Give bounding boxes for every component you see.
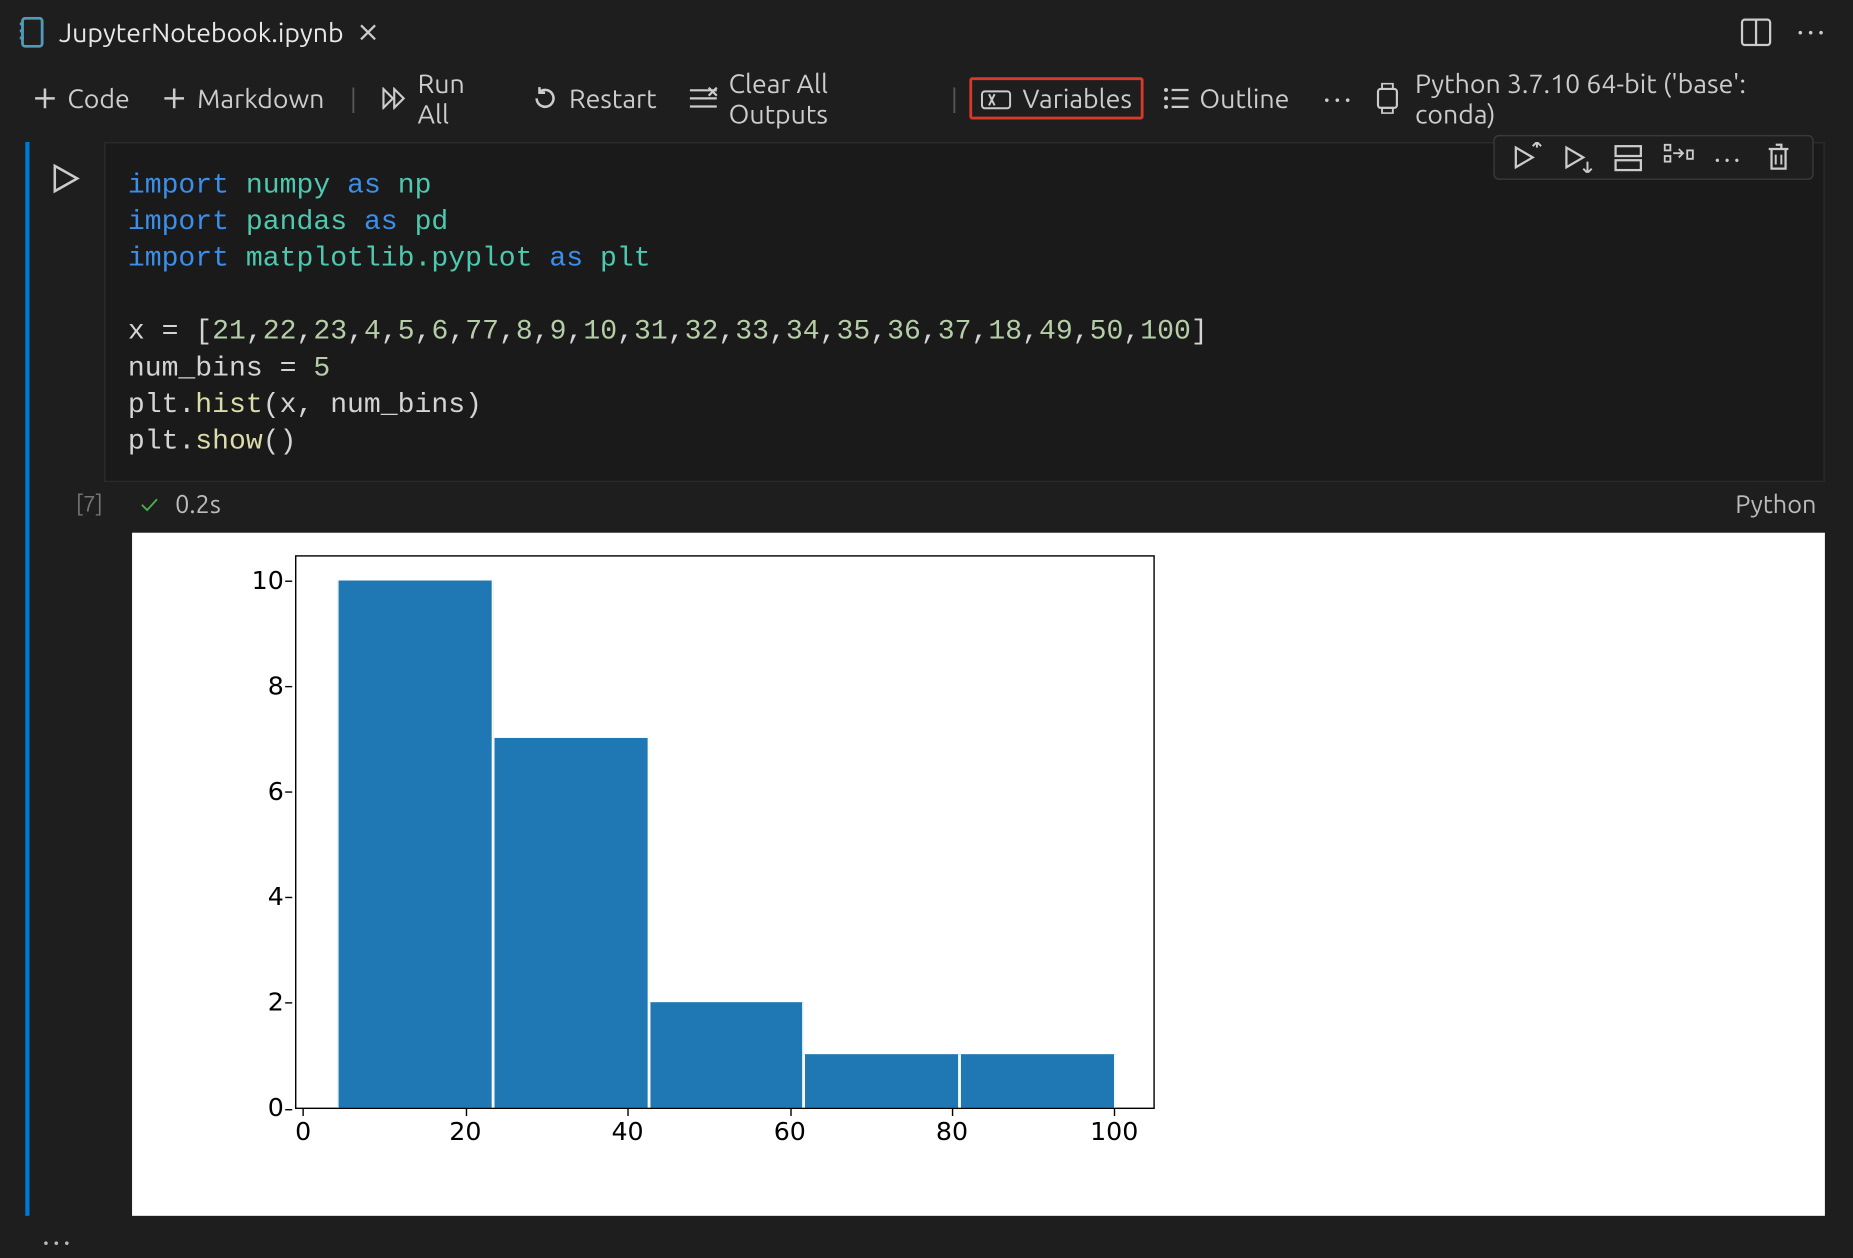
y-tick-label: 6: [146, 777, 284, 807]
ellipsis-icon: ···: [1323, 81, 1354, 116]
run-above-icon[interactable]: [1512, 142, 1543, 173]
change-cell-type-icon[interactable]: [1663, 142, 1694, 173]
notebook-file-icon: [20, 16, 45, 47]
x-tick-label: 0: [295, 1117, 311, 1218]
separator: |: [945, 83, 963, 114]
restart-icon: [532, 86, 557, 111]
run-all-icon: [382, 87, 406, 109]
notebook-cell: ··· import numpy as np import pandas as …: [0, 142, 1853, 1216]
outline-icon: [1163, 87, 1188, 109]
add-code-button[interactable]: Code: [20, 77, 144, 119]
plus-icon: [163, 87, 185, 109]
add-markdown-label: Markdown: [197, 83, 324, 114]
editor-tab[interactable]: JupyterNotebook.ipynb: [0, 0, 397, 63]
y-tick-label: 8: [146, 672, 284, 702]
restart-button[interactable]: Restart: [518, 77, 670, 119]
add-markdown-button[interactable]: Markdown: [149, 77, 338, 119]
close-tab-icon[interactable]: [358, 22, 378, 42]
output-more-icon[interactable]: ···: [42, 1224, 73, 1258]
clear-outputs-label: Clear All Outputs: [729, 67, 926, 129]
run-below-icon[interactable]: [1562, 142, 1593, 173]
y-tick-label: 0: [146, 1094, 284, 1124]
x-tick-label: 100: [1090, 1117, 1138, 1218]
code-content[interactable]: import numpy as np import pandas as pd i…: [128, 169, 1801, 461]
status-success-icon: ✓: [140, 491, 158, 519]
tab-bar: JupyterNotebook.ipynb ···: [0, 0, 1853, 63]
outline-button[interactable]: Outline: [1149, 77, 1304, 119]
variables-label: Variables: [1023, 83, 1132, 114]
x-tick-label: 80: [936, 1117, 968, 1218]
code-cell-editor[interactable]: import numpy as np import pandas as pd i…: [104, 142, 1825, 482]
histogram-bar: [337, 580, 493, 1107]
cell-output: 0 2 4 6 8 10 0 20 40 60 80 100: [132, 533, 1825, 1216]
execution-count: [7]: [76, 492, 132, 517]
split-editor-icon[interactable]: [1740, 18, 1771, 46]
tab-filename: JupyterNotebook.ipynb: [59, 16, 344, 47]
run-all-button[interactable]: Run All: [368, 62, 513, 135]
histogram-bar: [960, 1055, 1116, 1108]
clear-outputs-button[interactable]: Clear All Outputs: [676, 62, 939, 135]
add-code-label: Code: [67, 83, 129, 114]
toolbar-more-button[interactable]: ···: [1309, 75, 1368, 121]
cell-language[interactable]: Python: [1735, 491, 1825, 519]
histogram-chart: 0246810 020406080100: [146, 547, 1073, 1180]
separator: |: [344, 83, 362, 114]
histogram-bar: [648, 1002, 804, 1107]
restart-label: Restart: [569, 83, 657, 114]
x-tick-label: 40: [611, 1117, 643, 1218]
notebook-toolbar: Code Markdown | Run All Restart Clear Al…: [0, 63, 1853, 133]
kernel-selector[interactable]: Python 3.7.10 64-bit ('base': conda): [1374, 67, 1833, 129]
cell-more-icon[interactable]: ···: [1714, 142, 1745, 173]
run-cell-icon[interactable]: [49, 163, 80, 194]
cell-focus-bar: [25, 142, 29, 1216]
variables-icon: [980, 87, 1011, 109]
y-tick-label: 4: [146, 883, 284, 913]
outline-label: Outline: [1199, 83, 1289, 114]
plus-icon: [34, 87, 56, 109]
y-tick-label: 10: [146, 566, 284, 596]
cell-toolbar: ···: [1493, 135, 1813, 180]
execution-time: 0.2s: [175, 491, 221, 519]
y-tick-label: 2: [146, 988, 284, 1018]
x-tick-label: 60: [774, 1117, 806, 1218]
kernel-icon: [1374, 83, 1401, 114]
x-tick-label: 20: [449, 1117, 481, 1218]
tab-more-icon[interactable]: ···: [1796, 14, 1827, 49]
histogram-bar: [493, 738, 649, 1107]
kernel-label: Python 3.7.10 64-bit ('base': conda): [1415, 67, 1816, 129]
split-cell-icon[interactable]: [1613, 142, 1644, 173]
run-all-label: Run All: [418, 67, 499, 129]
cell-status-row: [7] ✓ 0.2s Python: [76, 482, 1825, 533]
variables-button[interactable]: Variables: [969, 77, 1143, 119]
histogram-bar: [804, 1055, 960, 1108]
delete-cell-icon[interactable]: [1764, 142, 1795, 173]
clear-outputs-icon: [690, 87, 717, 109]
plot-frame: [295, 555, 1155, 1109]
